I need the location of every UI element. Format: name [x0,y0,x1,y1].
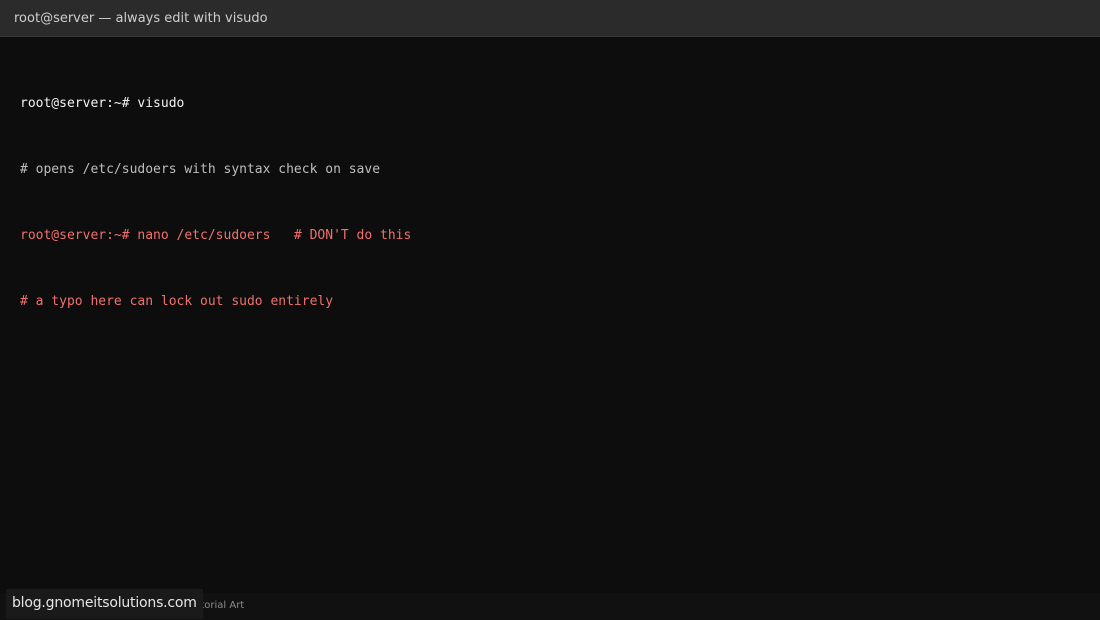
terminal-line-comment: # opens /etc/sudoers with syntax check o… [20,162,381,177]
title-bar[interactable]: root@server — always edit with visudo [0,0,1100,37]
window-title: root@server — always edit with visudo [14,11,268,26]
watermark-text: blog.gnomeitsolutions.com [12,595,197,611]
terminal-line-warning: root@server:~# nano /etc/sudoers # DON'T… [20,228,412,243]
terminal-line-command: root@server:~# visudo [20,96,185,111]
terminal-line-warning-note: # a typo here can lock out sudo entirely [20,294,334,309]
terminal-output[interactable]: root@server:~# visudo # opens /etc/sudoe… [20,49,1080,357]
site-watermark: blog.gnomeitsolutions.com [6,589,203,619]
terminal-window: root@server — always edit with visudo ro… [0,0,1100,620]
